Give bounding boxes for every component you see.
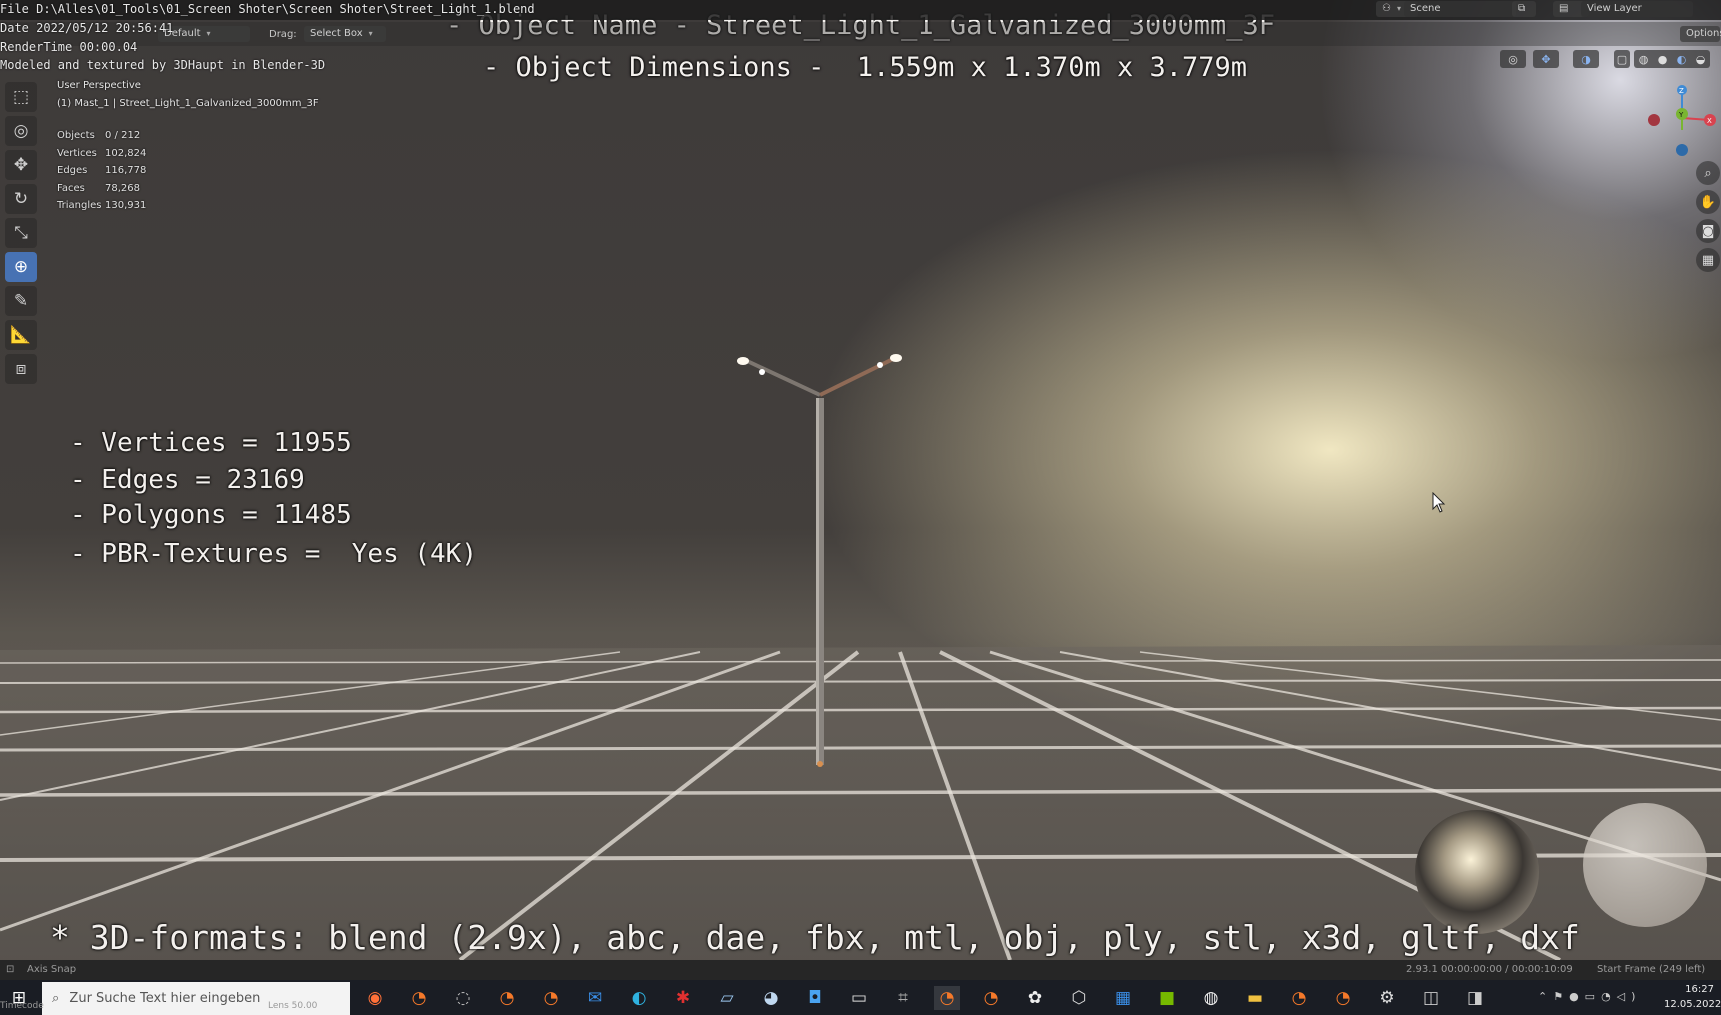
material-shading-icon[interactable]: ◐ [1677,53,1687,66]
gizmo-toggle-icon[interactable]: ✥ [1533,50,1559,68]
x-axis-label: X [1707,117,1712,125]
matte-preview-sphere [1583,803,1707,927]
blender-icon[interactable]: ◔ [978,986,1004,1010]
app-icon[interactable]: ✿ [1022,986,1048,1010]
solid-shading-icon[interactable]: ● [1658,53,1668,66]
view-layer-selector[interactable]: View Layer [1581,1,1693,17]
formats-overlay: * 3D-formats: blend (2.9x), abc, dae, fb… [50,918,1580,957]
stat-row: Vertices 102,824 [57,147,147,159]
scale-icon[interactable]: ⤡ [5,218,37,248]
blender-icon[interactable]: ◔ [934,986,960,1010]
app-icon[interactable]: ⌗ [890,986,916,1010]
active-object-label: (1) Mast_1 | Street_Light_1_Galvanized_3… [57,98,319,109]
y-axis-label: Y [1678,111,1684,119]
move-icon[interactable]: ✥ [5,150,37,180]
options-dropdown[interactable]: Options [1680,26,1721,42]
polygons-overlay: - Polygons = 11485 [70,500,352,530]
xray-icon[interactable]: ▢ [1614,50,1630,68]
clock-date[interactable]: 12.05.2022 [1664,999,1721,1010]
select-box-icon[interactable]: ⬚ [5,82,37,112]
visibility-icon[interactable]: ◎ [1500,50,1526,68]
shading-modes[interactable]: ◍ ● ◐ ◒ [1634,50,1710,68]
blender-icon[interactable]: ◔ [1330,986,1356,1010]
render-time: RenderTime 00:00.04 [0,40,138,54]
firefox-icon[interactable]: ◉ [362,986,388,1010]
drag-dropdown[interactable]: Select Box ▾ [304,26,386,42]
nvidia-icon[interactable]: ■ [1154,986,1180,1010]
object-dimensions-overlay: - Object Dimensions - 1.559m x 1.370m x … [483,52,1248,83]
mail-icon[interactable]: ✉ [582,986,608,1010]
paint-icon[interactable]: ◕ [758,986,784,1010]
status-left-text: Axis Snap [27,964,77,975]
stat-row: Edges 116,778 [57,165,147,177]
app-icon[interactable]: ◨ [1462,986,1488,1010]
lens-label: Lens 50.00 [268,1001,318,1011]
camera-icon[interactable]: ◙ [1696,219,1720,243]
edges-overlay: - Edges = 23169 [70,465,305,495]
edge-browser-icon[interactable]: ◐ [626,986,652,1010]
store-icon[interactable]: ◘ [802,986,828,1010]
scene-selector[interactable]: Scene [1404,1,1516,17]
stat-row: Objects 0 / 212 [57,130,141,142]
measure-icon[interactable]: 📐 [5,320,37,350]
clock-time[interactable]: 16:27 [1664,984,1714,995]
cube-app-icon[interactable]: ⬡ [1066,986,1092,1010]
blender-icon[interactable]: ◔ [494,986,520,1010]
timecode-label: Timecode [0,1001,44,1011]
vertices-overlay: - Vertices = 11955 [70,428,352,458]
calendar-icon[interactable]: ▦ [1110,986,1136,1010]
view-perspective-label: User Perspective [57,80,141,91]
drag-label: Drag: [269,29,297,40]
navigation-gizmo[interactable]: Z Y X [1640,82,1720,162]
zoom-icon[interactable]: ⌕ [1696,161,1720,185]
blender-icon[interactable]: ◔ [538,986,564,1010]
z-axis-label: Z [1679,87,1684,95]
mouse-cursor-icon [1432,492,1446,513]
settings-icon[interactable]: ⚙ [1374,986,1400,1010]
chrome-preview-sphere [1415,810,1539,934]
3d-viewport[interactable]: - Object Name - Street_Light_1_Galvanize… [0,0,1721,960]
overlay-toggle-icon[interactable]: ◑ [1573,50,1599,68]
app-icon[interactable]: ◫ [1418,986,1444,1010]
annotate-icon[interactable]: ✎ [5,286,37,316]
stat-row: Faces 78,268 [57,182,140,194]
stat-row: Triangles 130,931 [57,200,147,212]
terminal-icon[interactable]: ▭ [846,986,872,1010]
search-icon: ⌕ [52,991,60,1006]
cursor-icon[interactable]: ◎ [5,116,37,146]
notes-icon[interactable]: ▱ [714,986,740,1010]
version-info: 2.93.1 00:00:00:00 / 00:00:10:09 [1406,964,1573,975]
app-icon[interactable]: ◌ [450,986,476,1010]
start-frame-info: Start Frame (249 left) [1597,964,1706,975]
rendered-shading-icon[interactable]: ◒ [1696,53,1706,66]
new-scene-button[interactable]: ⧉ [1512,1,1536,17]
status-bar: ⊡ Axis Snap 2.93.1 00:00:00:00 / 00:00:1… [0,960,1721,980]
axis-snap-icon: ⊡ [6,964,15,975]
system-tray[interactable]: ⌃⚑●▭◔◁) [1538,990,1641,1003]
blender-icon[interactable]: ◔ [1286,986,1312,1010]
file-explorer-icon[interactable]: ▬ [1242,986,1268,1010]
add-cube-icon[interactable]: ⧈ [5,354,37,384]
pbr-textures-overlay: - PBR-Textures = Yes (4K) [70,539,477,569]
transform-icon[interactable]: ⊕ [5,252,37,282]
viewport-header [0,22,1721,46]
app-icon[interactable]: ✱ [670,986,696,1010]
rotate-icon[interactable]: ↻ [5,184,37,214]
file-path: File D:\Alles\01_Tools\01_Screen Shoter\… [0,2,535,16]
credit-text: Modeled and textured by 3DHaupt in Blend… [0,58,326,72]
render-date: Date 2022/05/12 20:56:41 [0,21,174,35]
wireframe-shading-icon[interactable]: ◍ [1639,53,1649,66]
scene-statistics: Objects 0 / 212 Vertices 102,824 Edges 116,… [57,127,146,215]
grid-view-icon[interactable]: ▦ [1696,248,1720,272]
hand-pan-icon[interactable]: ✋ [1696,190,1720,214]
app-icon[interactable]: ◍ [1198,986,1224,1010]
tool-shelf: ⬚ ◎ ✥ ↻ ⤡ ⊕ ✎ 📐 ⧈ [5,82,41,388]
blender-icon[interactable]: ◔ [406,986,432,1010]
